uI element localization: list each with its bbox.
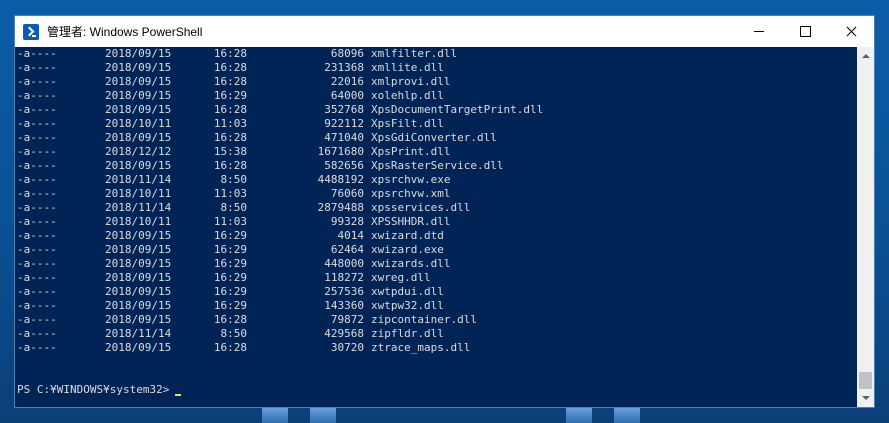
file-length: 30720	[330, 341, 364, 354]
file-name: zipcontainer.dll	[371, 313, 477, 326]
minimize-icon[interactable]	[736, 16, 782, 47]
file-name: XpsFilt.dll	[371, 117, 444, 130]
file-length: 64000	[330, 89, 364, 102]
file-name: xwizard.exe	[371, 243, 444, 256]
file-name: xpsrchvw.xml	[371, 187, 451, 200]
file-length: 79872	[330, 313, 364, 326]
file-length: 352768	[324, 103, 364, 116]
vertical-scrollbar[interactable]	[857, 47, 874, 407]
text-cursor	[175, 394, 182, 396]
file-name: XpsDocumentTargetPrint.dll	[371, 103, 544, 116]
file-length: 582656	[324, 159, 364, 172]
close-icon[interactable]	[828, 16, 874, 47]
file-length: 118272	[324, 271, 364, 284]
file-name: xmlprovi.dll	[371, 75, 451, 88]
maximize-icon[interactable]	[782, 16, 828, 47]
powershell-window[interactable]: 管理者: Windows PowerShell -a---- 2018/09/15…	[14, 15, 875, 408]
file-length: 4488192	[317, 173, 364, 186]
file-name: XpsRasterService.dll	[371, 159, 504, 172]
file-name: zipfldr.dll	[371, 327, 444, 340]
file-length: 2879488	[317, 201, 364, 214]
file-length: 76060	[330, 187, 364, 200]
file-length: 471040	[324, 131, 364, 144]
scroll-thumb[interactable]	[859, 372, 872, 389]
file-name: XpsGdiConverter.dll	[371, 131, 497, 144]
file-length: 257536	[324, 285, 364, 298]
file-length: 62464	[330, 243, 364, 256]
title-bar[interactable]: 管理者: Windows PowerShell	[15, 16, 874, 47]
file-name: xpsrchvw.exe	[371, 173, 451, 186]
file-length: 143360	[324, 299, 364, 312]
prompt-text: PS C:¥WINDOWS¥system32>	[17, 383, 170, 396]
file-length: 1671680	[317, 145, 364, 158]
command-prompt[interactable]: PS C:¥WINDOWS¥system32>	[17, 383, 182, 397]
file-length: 99328	[330, 215, 364, 228]
file-name: xwtpdui.dll	[371, 285, 444, 298]
file-length: 231368	[324, 61, 364, 74]
file-length: 429568	[324, 327, 364, 340]
window-controls	[736, 16, 874, 47]
file-name: xolehlp.dll	[371, 89, 444, 102]
file-name: XpsPrint.dll	[371, 145, 451, 158]
console-area[interactable]: -a---- 2018/09/15 16:28 68096 xmlfilter.dll -…	[15, 47, 857, 407]
file-name: ztrace_maps.dll	[371, 341, 471, 354]
window-title: 管理者: Windows PowerShell	[47, 25, 203, 39]
scroll-down-icon[interactable]	[857, 390, 874, 407]
file-length: 68096	[330, 47, 364, 60]
powershell-icon[interactable]	[23, 23, 39, 40]
file-name: xpsservices.dll	[371, 201, 471, 214]
file-name: xmllite.dll	[371, 61, 444, 74]
file-name: xwizards.dll	[371, 257, 451, 270]
file-name: xwtpw32.dll	[371, 299, 444, 312]
file-name: xwreg.dll	[371, 271, 431, 284]
file-length: 4014	[337, 229, 365, 242]
scroll-up-icon[interactable]	[857, 47, 874, 64]
file-name: xwizard.dtd	[371, 229, 444, 242]
file-length: 22016	[330, 75, 364, 88]
file-length: 448000	[324, 257, 364, 270]
file-length: 922112	[324, 117, 364, 130]
file-name: xmlfilter.dll	[371, 47, 458, 60]
file-name: XPSSHHDR.dll	[371, 215, 451, 228]
